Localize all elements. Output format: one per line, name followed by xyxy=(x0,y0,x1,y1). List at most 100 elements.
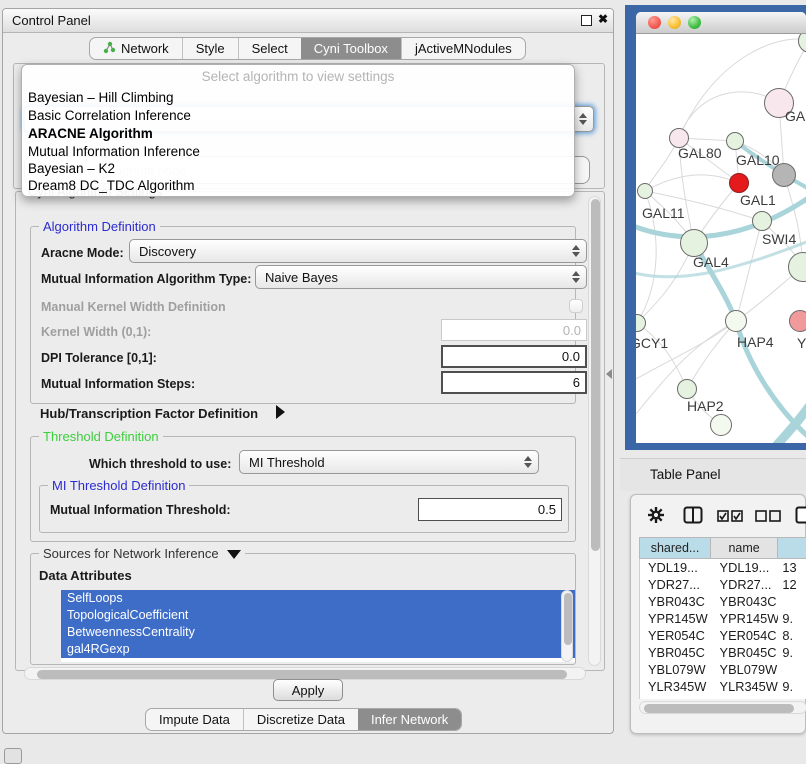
hub-definition-label[interactable]: Hub/Transcription Factor Definition xyxy=(40,406,258,421)
network-node[interactable] xyxy=(710,414,732,436)
tab-cyni-toolbox[interactable]: Cyni Toolbox xyxy=(301,38,401,59)
bottom-tab-bar: Impute Data Discretize Data Infer Networ… xyxy=(145,708,462,731)
dropdown-item[interactable]: Bayesian – K2 xyxy=(28,161,115,176)
mi-steps-input[interactable] xyxy=(441,371,587,394)
dropdown-placeholder: Select algorithm to view settings xyxy=(22,69,574,84)
network-canvas[interactable]: GAL GAL80 GAL10 GAL1 GAL11 SWI4 GAL4 GCY… xyxy=(636,34,806,443)
node-label: GAL1 xyxy=(740,192,776,208)
network-node-gal4[interactable] xyxy=(680,229,708,257)
table-row[interactable]: YPR145W YPR145W 9. xyxy=(640,610,806,627)
node-label: HAP4 xyxy=(737,334,774,350)
table-row[interactable]: YLR345W YLR345W 9. xyxy=(640,678,806,695)
network-node-swi4[interactable] xyxy=(752,211,772,231)
algorithm-dropdown-popup: Select algorithm to view settings Bayesi… xyxy=(21,64,575,197)
algorithm-definition-group: Algorithm Definition Aracne Mode: Discov… xyxy=(30,226,576,404)
table-horizontal-scrollbar[interactable] xyxy=(639,701,806,714)
control-panel-titlebar[interactable]: Control Panel ✖ xyxy=(3,9,613,33)
which-threshold-combo[interactable]: MI Threshold xyxy=(239,450,539,474)
top-tab-bar: Network Style Select Cyni Toolbox jActiv… xyxy=(89,37,526,60)
sources-group-title: Sources for Network Inference xyxy=(39,546,245,561)
columns-icon[interactable] xyxy=(683,506,703,529)
dropdown-item[interactable]: Dream8 DC_TDC Algorithm xyxy=(28,178,195,193)
cyni-algorithm-settings-group: Cyni Algorithm Settings Algorithm Defini… xyxy=(15,191,605,671)
tab-style[interactable]: Style xyxy=(182,38,238,59)
gear-icon[interactable] xyxy=(647,506,665,529)
manual-kernel-checkbox[interactable] xyxy=(569,299,583,313)
table-panel: shared... name YDL19... YDL19... 13 YDR2… xyxy=(630,494,806,734)
table-row[interactable]: YER054C YER054C 8. xyxy=(640,627,806,644)
control-panel-window: Control Panel ✖ Network Style Select Cyn… xyxy=(2,8,614,734)
settings-vertical-scrollbar[interactable] xyxy=(588,196,601,666)
dropdown-item[interactable]: Basic Correlation Inference xyxy=(28,108,191,123)
table-row[interactable]: YDL19... YDL19... 13 xyxy=(640,559,806,576)
which-threshold-label: Which threshold to use: xyxy=(89,457,231,471)
network-node-hap2[interactable] xyxy=(677,379,697,399)
deselect-all-icon[interactable] xyxy=(755,509,781,527)
panel-collapse-grip[interactable] xyxy=(606,369,612,379)
network-view-frame: GAL GAL80 GAL10 GAL1 GAL11 SWI4 GAL4 GCY… xyxy=(625,5,806,450)
aracne-mode-combo[interactable]: Discovery xyxy=(129,239,587,263)
zoom-traffic-light[interactable] xyxy=(688,16,701,29)
minimize-traffic-light[interactable] xyxy=(668,16,681,29)
network-window[interactable]: GAL GAL80 GAL10 GAL1 GAL11 SWI4 GAL4 GCY… xyxy=(636,12,806,443)
expand-right-icon[interactable] xyxy=(276,405,285,419)
mi-threshold-group: MI Threshold Definition Mutual Informati… xyxy=(39,485,569,533)
node-label: HAP2 xyxy=(687,398,724,414)
node-label: GAL4 xyxy=(693,254,729,270)
column-header-clipped[interactable] xyxy=(778,537,806,559)
tab-network[interactable]: Network xyxy=(90,38,182,59)
tab-infer-network[interactable]: Infer Network xyxy=(358,709,461,730)
mi-steps-label: Mutual Information Steps: xyxy=(41,377,195,391)
network-node-y[interactable] xyxy=(789,310,806,332)
node-label: GAL xyxy=(785,108,806,124)
manual-kernel-label: Manual Kernel Width Definition xyxy=(41,300,226,314)
select-all-icon[interactable] xyxy=(717,509,743,527)
column-header-sharedname[interactable]: shared... xyxy=(639,537,711,559)
node-label: GAL10 xyxy=(736,152,780,168)
node-table: shared... name YDL19... YDL19... 13 YDR2… xyxy=(639,537,806,699)
dropdown-item[interactable]: Mutual Information Inference xyxy=(28,144,200,159)
node-label: GAL11 xyxy=(642,205,685,221)
tab-jactivemnodules[interactable]: jActiveMNodules xyxy=(401,38,525,59)
dropdown-item[interactable]: Bayesian – Hill Climbing xyxy=(28,90,174,105)
collapse-down-icon[interactable] xyxy=(227,550,241,559)
table-panel-title: Table Panel xyxy=(650,467,721,482)
tab-select[interactable]: Select xyxy=(238,38,301,59)
tab-impute-data[interactable]: Impute Data xyxy=(146,709,243,730)
data-attribute-item[interactable]: BetweennessCentrality xyxy=(61,624,575,641)
dropdown-item-selected[interactable]: ARACNE Algorithm xyxy=(28,126,153,141)
kernel-width-input[interactable] xyxy=(441,319,587,341)
float-window-icon[interactable] xyxy=(581,15,592,26)
dpi-tolerance-input[interactable] xyxy=(441,345,587,368)
threshold-definition-title: Threshold Definition xyxy=(39,429,163,444)
network-window-titlebar[interactable] xyxy=(636,12,806,34)
function-builder-icon[interactable] xyxy=(795,506,806,529)
table-row[interactable]: YDR27... YDR27... 12 xyxy=(640,576,806,593)
table-row[interactable]: YBR043C YBR043C xyxy=(640,593,806,610)
attributes-scrollbar[interactable] xyxy=(561,590,573,662)
close-window-icon[interactable]: ✖ xyxy=(598,12,608,26)
stepper-icon xyxy=(572,271,580,283)
network-node-gal10[interactable] xyxy=(726,132,744,150)
network-node-gal11[interactable] xyxy=(637,183,653,199)
mi-type-label: Mutual Information Algorithm Type: xyxy=(41,272,251,286)
column-header-name[interactable]: name xyxy=(711,537,778,559)
table-row[interactable]: YBR045C YBR045C 9. xyxy=(640,644,806,661)
mi-threshold-label: Mutual Information Threshold: xyxy=(50,503,231,517)
table-body: YDL19... YDL19... 13 YDR27... YDR27... 1… xyxy=(639,559,806,699)
stepper-icon xyxy=(572,245,580,257)
network-node-hap4[interactable] xyxy=(725,310,747,332)
tab-discretize-data[interactable]: Discretize Data xyxy=(243,709,358,730)
network-node-gal1[interactable] xyxy=(729,173,749,193)
mi-type-combo[interactable]: Naive Bayes xyxy=(255,265,587,289)
table-row[interactable]: YIL052C YIL052C 9. xyxy=(640,695,806,699)
mi-threshold-input[interactable] xyxy=(418,498,562,521)
table-row[interactable]: YBL079W YBL079W xyxy=(640,661,806,678)
data-attribute-item[interactable]: SelfLoops xyxy=(61,590,575,607)
table-header-row: shared... name xyxy=(639,537,806,559)
data-attribute-item[interactable]: TopologicalCoefficient xyxy=(61,607,575,624)
data-attribute-item[interactable]: gal4RGexp xyxy=(61,641,575,658)
apply-button[interactable]: Apply xyxy=(273,679,343,701)
stepper-icon xyxy=(524,456,532,468)
close-traffic-light[interactable] xyxy=(648,16,661,29)
